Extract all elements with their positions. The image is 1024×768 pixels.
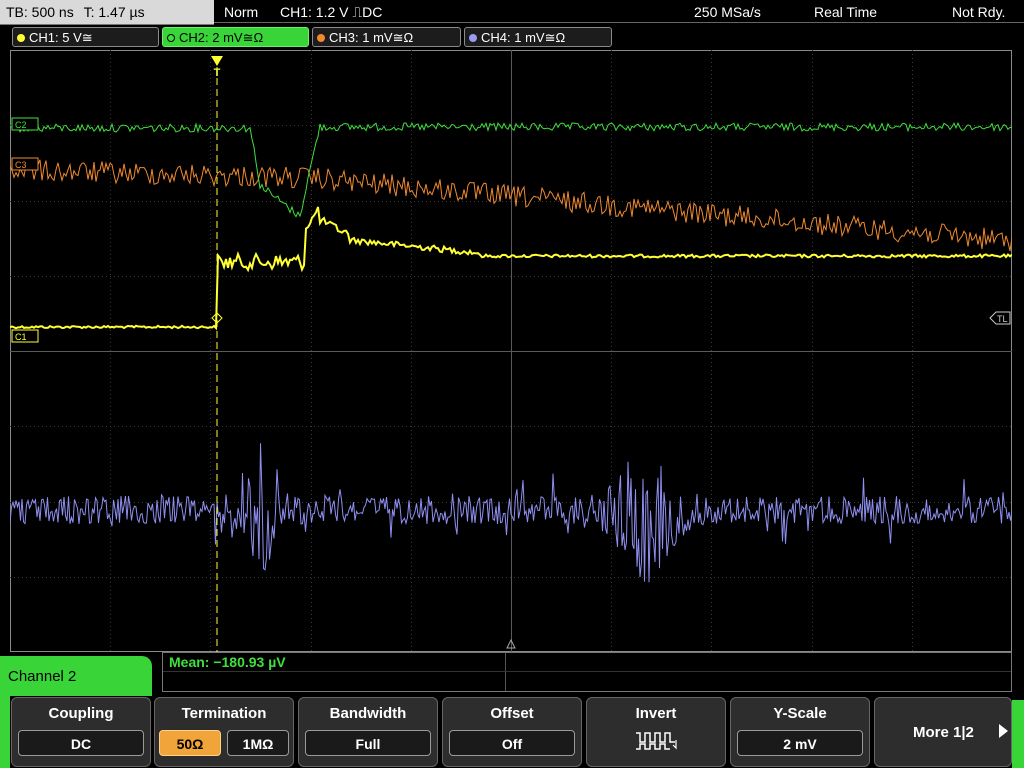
- termination-50ohm-option[interactable]: 50Ω: [159, 730, 221, 756]
- tab-ch2[interactable]: CH2: 2 mV≅Ω: [162, 27, 309, 47]
- ch1-dot-icon: [17, 34, 25, 42]
- termination-softkey[interactable]: Termination 50Ω 1MΩ: [154, 697, 294, 767]
- invert-waveform-icon: [636, 732, 677, 750]
- timebase-box[interactable]: TB: 500 ns T: 1.47 µs: [0, 0, 214, 25]
- coupling-softkey[interactable]: Coupling DC: [11, 697, 151, 767]
- menu-accent-left: [0, 692, 10, 768]
- trigger-source[interactable]: CH1: 1.2 V ⎍DC: [280, 0, 382, 24]
- ch2-marker-label: C2: [15, 120, 27, 130]
- termination-label: Termination: [181, 705, 267, 722]
- sample-rate: 250 MSa/s: [694, 4, 761, 20]
- waveform-display[interactable]: T C2 C3 C1 TL: [10, 50, 1012, 652]
- menu-title-tab: Channel 2: [0, 656, 152, 696]
- invert-label: Invert: [635, 705, 677, 722]
- acquisition-mode: Real Time: [814, 4, 878, 20]
- trigger-time-text: T: 1.47 µs: [83, 4, 145, 20]
- measurement-panel: [162, 652, 1012, 692]
- tab-ch1[interactable]: CH1: 5 V≅: [12, 27, 159, 47]
- termination-1mohm-option[interactable]: 1MΩ: [227, 730, 289, 756]
- yscale-label: Y-Scale: [773, 705, 827, 722]
- offset-softkey[interactable]: Offset Off: [442, 697, 582, 767]
- tab-ch2-label: CH2: 2 mV≅Ω: [179, 30, 264, 45]
- coupling-value[interactable]: DC: [18, 730, 144, 756]
- tab-ch3-label: CH3: 1 mV≅Ω: [329, 30, 414, 45]
- more-softkey[interactable]: More 1|2: [874, 697, 1012, 767]
- bandwidth-label: Bandwidth: [329, 705, 407, 722]
- trigger-mode[interactable]: Norm: [224, 0, 258, 24]
- ch3-dot-icon: [317, 34, 325, 42]
- bandwidth-value[interactable]: Full: [305, 730, 431, 756]
- yscale-softkey[interactable]: Y-Scale 2 mV: [730, 697, 870, 767]
- tab-ch3[interactable]: CH3: 1 mV≅Ω: [312, 27, 461, 47]
- menu-title: Channel 2: [8, 668, 77, 685]
- acquisition-state: Not Rdy.: [952, 4, 1006, 20]
- ch2-dot-icon: [167, 34, 175, 42]
- coupling-label: Coupling: [48, 705, 114, 722]
- mean-measurement[interactable]: Mean: −180.93 µV: [169, 654, 286, 670]
- trigger-level-label: TL: [997, 314, 1008, 324]
- trigger-position-label: T: [214, 67, 221, 79]
- status-divider: [214, 22, 1024, 23]
- tab-ch1-label: CH1: 5 V≅: [29, 30, 93, 45]
- more-label: More 1|2: [913, 724, 974, 741]
- timebase-text: TB: 500 ns: [6, 4, 74, 20]
- tab-ch4[interactable]: CH4: 1 mV≅Ω: [464, 27, 612, 47]
- tab-ch4-label: CH4: 1 mV≅Ω: [481, 30, 566, 45]
- offset-label: Offset: [490, 705, 534, 722]
- bandwidth-softkey[interactable]: Bandwidth Full: [298, 697, 438, 767]
- ch4-dot-icon: [469, 34, 477, 42]
- offset-value[interactable]: Off: [449, 730, 575, 756]
- yscale-value[interactable]: 2 mV: [737, 730, 863, 756]
- ch3-marker-label: C3: [15, 160, 27, 170]
- invert-softkey[interactable]: Invert: [586, 697, 726, 767]
- ch1-marker-label: C1: [15, 332, 27, 342]
- next-arrow-icon: [999, 724, 1008, 738]
- menu-accent-right: [1012, 700, 1024, 768]
